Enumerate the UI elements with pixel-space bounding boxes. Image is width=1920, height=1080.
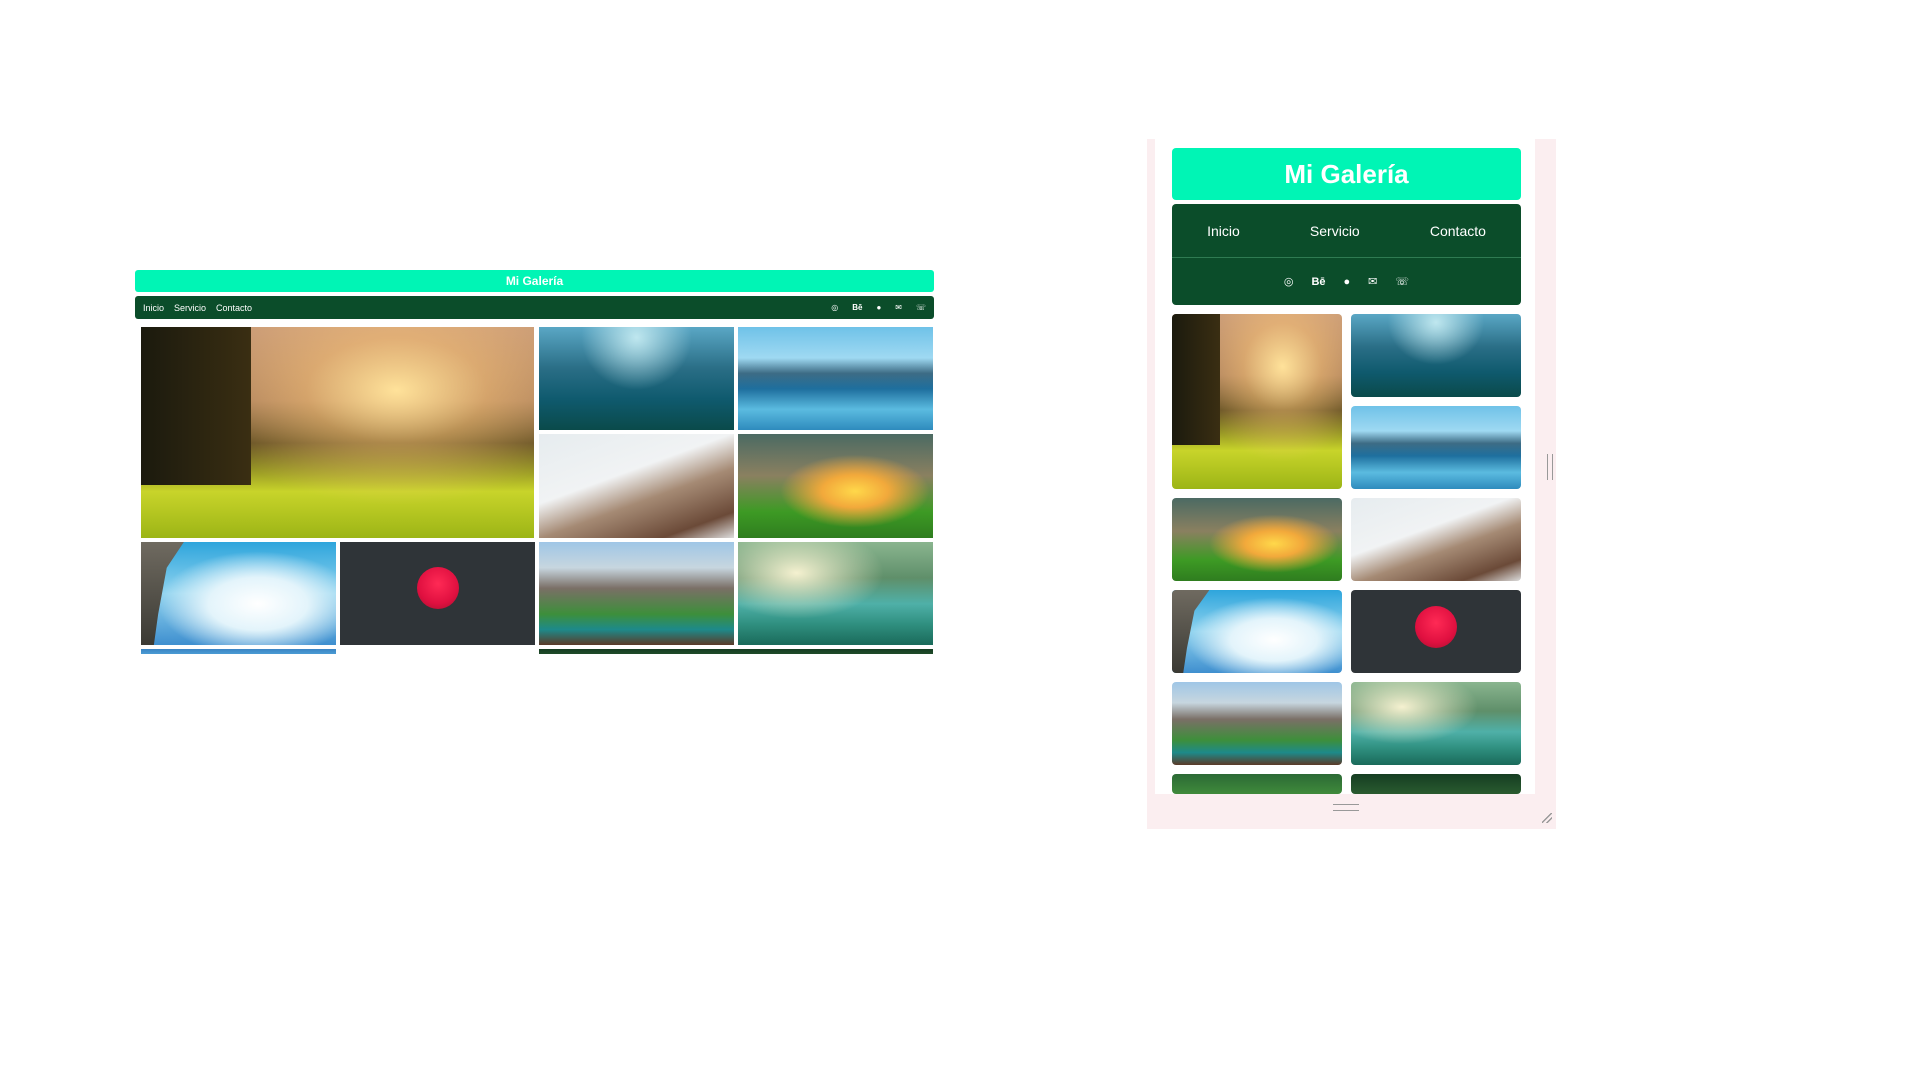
mobile-preview-frame: Mi Galería Inicio Servicio Contacto ◎ Bē… bbox=[1147, 139, 1556, 829]
page-title: Mi Galería bbox=[135, 270, 934, 292]
nav-bar: Inicio Servicio Contacto ◎ Bē ● ✉ ☏ bbox=[1172, 204, 1521, 305]
nav-link-servicio[interactable]: Servicio bbox=[1310, 223, 1360, 239]
gallery-image-cliff[interactable] bbox=[141, 542, 336, 645]
gallery-image-forest[interactable] bbox=[141, 327, 534, 538]
gallery-image-mountain-lake[interactable] bbox=[1351, 406, 1521, 489]
nav-link-contacto[interactable]: Contacto bbox=[1430, 223, 1486, 239]
gallery-image-village[interactable] bbox=[1351, 498, 1521, 581]
mail-icon[interactable]: ✉ bbox=[895, 303, 902, 312]
github-icon[interactable]: ● bbox=[1344, 276, 1351, 288]
nav-link-contacto[interactable]: Contacto bbox=[216, 303, 252, 313]
gallery-image-cabin[interactable] bbox=[539, 542, 734, 645]
nav-link-inicio[interactable]: Inicio bbox=[143, 303, 164, 313]
instagram-icon[interactable]: ◎ bbox=[1284, 275, 1294, 288]
gallery-image-sunset[interactable] bbox=[1172, 498, 1342, 581]
gallery-grid bbox=[1172, 314, 1521, 794]
gallery-image-river[interactable] bbox=[1351, 682, 1521, 765]
gallery-image-partial[interactable] bbox=[1172, 774, 1342, 794]
desktop-preview: Mi Galería Inicio Servicio Contacto ◎ Bē… bbox=[135, 270, 934, 654]
behance-icon[interactable]: Bē bbox=[1311, 276, 1325, 288]
nav-link-servicio[interactable]: Servicio bbox=[174, 303, 206, 313]
whatsapp-icon[interactable]: ☏ bbox=[916, 303, 926, 312]
whatsapp-icon[interactable]: ☏ bbox=[1395, 275, 1409, 288]
mail-icon[interactable]: ✉ bbox=[1368, 275, 1377, 288]
gallery-image-cliff[interactable] bbox=[1172, 590, 1342, 673]
mobile-screen[interactable]: Mi Galería Inicio Servicio Contacto ◎ Bē… bbox=[1155, 139, 1535, 794]
page-title: Mi Galería bbox=[1172, 148, 1521, 200]
gallery-image-partial[interactable] bbox=[1351, 774, 1521, 794]
gallery-image-partial[interactable] bbox=[141, 649, 336, 654]
github-icon[interactable]: ● bbox=[876, 303, 881, 312]
gallery-image-foggy-lake[interactable] bbox=[1351, 314, 1521, 397]
behance-icon[interactable]: Bē bbox=[852, 303, 862, 312]
resize-handle-bottom[interactable] bbox=[1333, 804, 1359, 811]
nav-bar: Inicio Servicio Contacto ◎ Bē ● ✉ ☏ bbox=[135, 296, 934, 319]
gallery-image-partial[interactable] bbox=[539, 649, 933, 654]
gallery-image-mountain-lake[interactable] bbox=[738, 327, 933, 430]
gallery-image-sunset[interactable] bbox=[738, 434, 933, 538]
gallery-image-red-sun[interactable] bbox=[340, 542, 535, 645]
instagram-icon[interactable]: ◎ bbox=[831, 303, 838, 312]
nav-link-inicio[interactable]: Inicio bbox=[1207, 223, 1240, 239]
gallery-image-river[interactable] bbox=[738, 542, 933, 645]
gallery-image-village[interactable] bbox=[539, 434, 734, 538]
gallery-image-forest[interactable] bbox=[1172, 314, 1342, 489]
gallery-image-foggy-lake[interactable] bbox=[539, 327, 734, 430]
gallery-grid bbox=[135, 327, 934, 654]
gallery-image-red-sun[interactable] bbox=[1351, 590, 1521, 673]
resize-handle-side[interactable] bbox=[1547, 454, 1553, 480]
gallery-image-cabin[interactable] bbox=[1172, 682, 1342, 765]
resize-corner-icon[interactable] bbox=[1542, 813, 1552, 823]
